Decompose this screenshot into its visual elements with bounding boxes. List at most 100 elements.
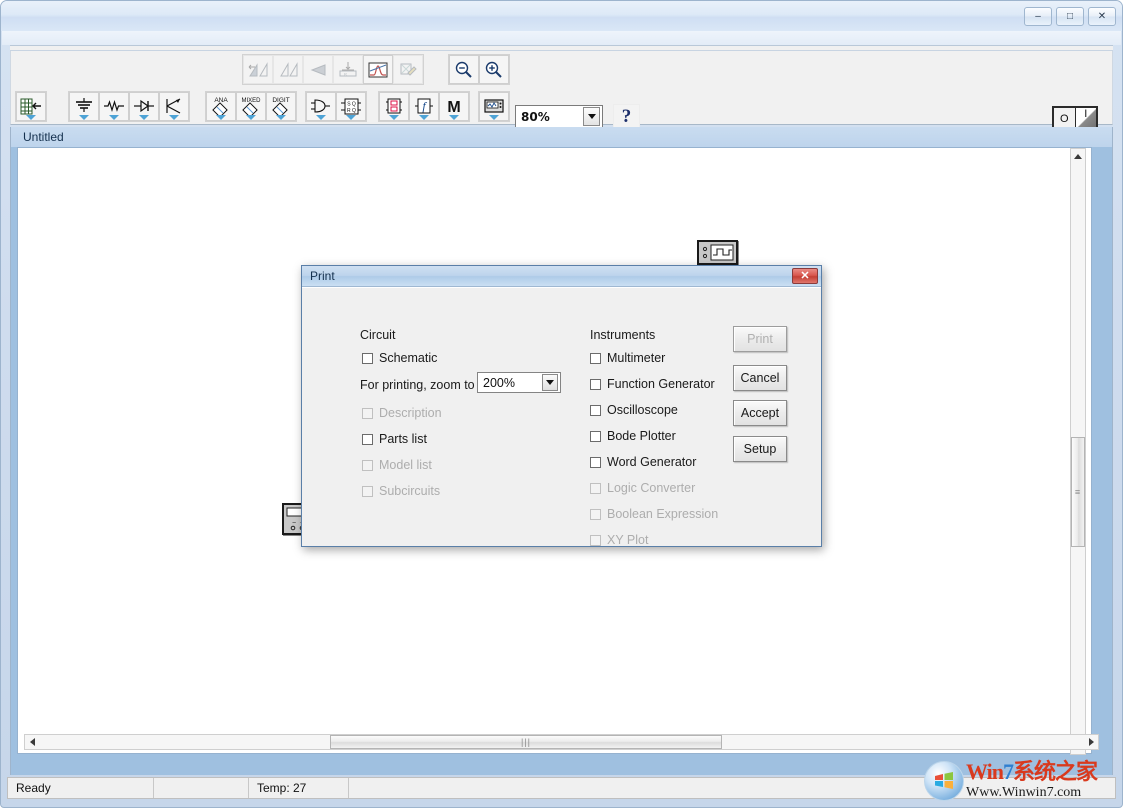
checkbox-row-xy-plot: XY Plot — [590, 533, 648, 547]
grip-icon: ≡ — [1075, 487, 1081, 497]
accept-button[interactable]: Accept — [733, 400, 787, 426]
checkbox-row-oscilloscope[interactable]: Oscilloscope — [590, 403, 678, 417]
function-generator-instrument[interactable] — [697, 240, 738, 265]
checkbox-row-schematic[interactable]: Schematic — [362, 351, 437, 365]
dropdown-caret-icon[interactable] — [449, 115, 459, 120]
horizontal-scrollbar[interactable]: ||| — [24, 734, 1099, 750]
dropdown-caret-icon[interactable] — [346, 115, 356, 120]
checkbox-row-function-generator[interactable]: Function Generator — [590, 377, 715, 391]
checkbox-label-description: Description — [379, 406, 442, 420]
transfer-icon[interactable] — [273, 55, 303, 84]
digital-icon[interactable]: DIGIT — [266, 92, 296, 121]
indicator-icon[interactable] — [379, 92, 409, 121]
menu-strip[interactable] — [2, 31, 1121, 45]
sources-icon[interactable] — [69, 92, 99, 121]
scroll-left-button[interactable] — [25, 735, 39, 749]
scroll-right-button[interactable] — [1084, 735, 1098, 749]
dropdown-caret-icon[interactable] — [26, 115, 36, 120]
dropdown-caret-icon[interactable] — [246, 115, 256, 120]
checkbox-bode-plotter[interactable] — [590, 431, 601, 442]
checkbox-row-model-list: Model list — [362, 458, 432, 472]
checkbox-label-model-list: Model list — [379, 458, 432, 472]
back-annotate-icon[interactable] — [303, 55, 333, 84]
chevron-down-icon[interactable] — [542, 374, 558, 391]
transistor-icon[interactable] — [159, 92, 189, 121]
toolbar-group-indicators: f M — [378, 91, 470, 122]
horizontal-scroll-thumb[interactable]: ||| — [330, 735, 722, 749]
checkbox-oscilloscope[interactable] — [590, 405, 601, 416]
checkbox-xy-plot — [590, 535, 601, 546]
instruments-icon[interactable] — [479, 92, 509, 121]
toolbar-group-basic-parts — [68, 91, 190, 122]
scroll-up-button[interactable] — [1071, 149, 1085, 163]
dropdown-caret-icon[interactable] — [389, 115, 399, 120]
zoom-out-icon[interactable] — [449, 55, 479, 84]
checkbox-row-parts-list[interactable]: Parts list — [362, 432, 427, 446]
grip-icon: ||| — [521, 737, 531, 747]
toolbar-group-transfer: R — [242, 54, 424, 85]
dropdown-caret-icon[interactable] — [419, 115, 429, 120]
setup-button[interactable]: Setup — [733, 436, 787, 462]
minimize-glyph: – — [1035, 12, 1041, 22]
database-icon[interactable] — [16, 92, 46, 121]
mixed-icon[interactable]: MIXED — [236, 92, 266, 121]
dropdown-caret-icon[interactable] — [169, 115, 179, 120]
svg-text:R: R — [344, 71, 347, 76]
document-tab-untitled[interactable]: Untitled — [11, 130, 64, 144]
window-controls: – □ ✕ — [1024, 7, 1116, 26]
svg-text:M: M — [447, 99, 460, 116]
dropdown-caret-icon[interactable] — [489, 115, 499, 120]
minimize-button[interactable]: – — [1024, 7, 1052, 26]
checkbox-word-generator[interactable] — [590, 457, 601, 468]
print-dialog-titlebar: Print ✕ — [302, 266, 821, 287]
checkbox-row-bode-plotter[interactable]: Bode Plotter — [590, 429, 676, 443]
diode-icon[interactable] — [129, 92, 159, 121]
multi-m-icon[interactable]: M — [439, 92, 469, 121]
cancel-button[interactable]: Cancel — [733, 365, 787, 391]
checkbox-subcircuits — [362, 486, 373, 497]
checkbox-multimeter[interactable] — [590, 353, 601, 364]
checkbox-schematic[interactable] — [362, 353, 373, 364]
dropdown-caret-icon[interactable] — [139, 115, 149, 120]
checkbox-label-xy-plot: XY Plot — [607, 533, 648, 547]
toolbar-group-ic-families: ANA MIXED DIGIT — [205, 91, 297, 122]
toolbar-area: R — [10, 51, 1113, 125]
highlight-selection-icon[interactable]: R — [333, 55, 363, 84]
flipflop-icon[interactable]: S Q R Q — [336, 92, 366, 121]
dropdown-caret-icon[interactable] — [276, 115, 286, 120]
print-zoom-value: 200% — [478, 376, 542, 390]
circuit-section-heading: Circuit — [360, 328, 395, 342]
dropdown-caret-icon[interactable] — [79, 115, 89, 120]
analog-icon[interactable]: ANA — [206, 92, 236, 121]
instruments-section-heading: Instruments — [590, 328, 655, 342]
checkbox-parts-list[interactable] — [362, 434, 373, 445]
status-temperature: Temp: 27 — [249, 778, 349, 798]
cancel-button-label: Cancel — [741, 371, 780, 385]
reverse-transfer-icon[interactable] — [243, 55, 273, 84]
close-button[interactable]: ✕ — [1088, 7, 1116, 26]
checkbox-label-function-generator: Function Generator — [607, 377, 715, 391]
print-dialog-close-button[interactable]: ✕ — [792, 268, 818, 284]
dropdown-caret-icon[interactable] — [216, 115, 226, 120]
logic-gate-icon[interactable] — [306, 92, 336, 121]
print-button-label: Print — [747, 332, 773, 346]
toolbar-row-design: R — [11, 51, 1112, 88]
maximize-button[interactable]: □ — [1056, 7, 1084, 26]
checkbox-label-logic-converter: Logic Converter — [607, 481, 695, 495]
vertical-scroll-thumb[interactable]: ≡ — [1071, 437, 1085, 547]
checkbox-function-generator[interactable] — [590, 379, 601, 390]
checkbox-row-word-generator[interactable]: Word Generator — [590, 455, 696, 469]
checkbox-row-multimeter[interactable]: Multimeter — [590, 351, 665, 365]
dropdown-caret-icon[interactable] — [316, 115, 326, 120]
postprocessor-icon[interactable] — [393, 55, 423, 84]
print-zoom-combo[interactable]: 200% — [477, 372, 561, 393]
application-window: – □ ✕ — [0, 0, 1123, 808]
grapher-icon[interactable] — [363, 55, 393, 84]
misc-function-icon[interactable]: f — [409, 92, 439, 121]
vertical-scrollbar[interactable]: ≡ — [1070, 148, 1086, 755]
dropdown-caret-icon[interactable] — [109, 115, 119, 120]
checkbox-label-subcircuits: Subcircuits — [379, 484, 440, 498]
basic-resistor-icon[interactable] — [99, 92, 129, 121]
zoom-in-icon[interactable] — [479, 55, 509, 84]
svg-text:DIGIT: DIGIT — [272, 97, 289, 104]
